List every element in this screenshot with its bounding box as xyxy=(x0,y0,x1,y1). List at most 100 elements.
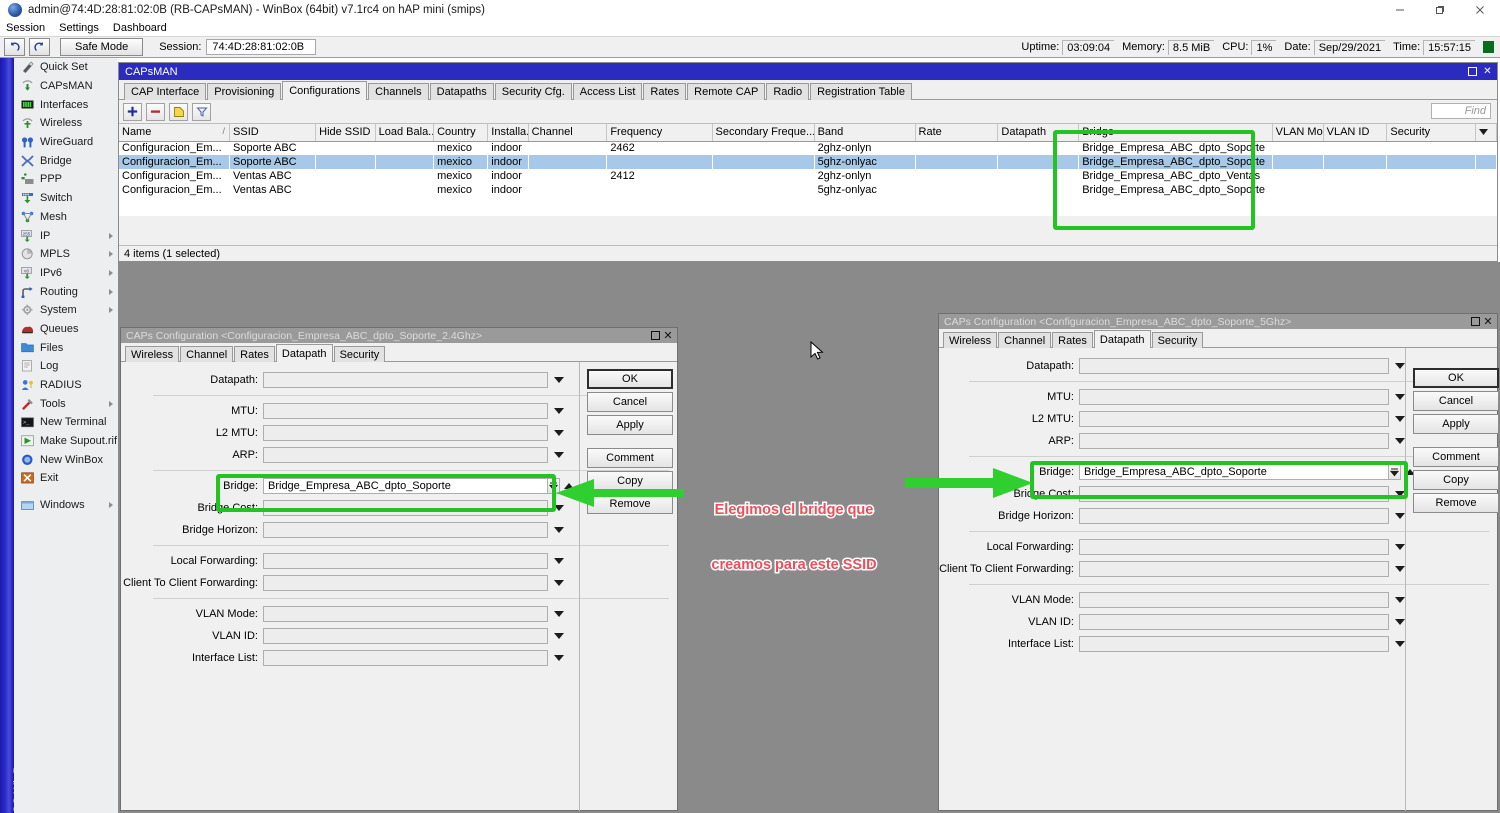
sidebar-item-exit[interactable]: Exit xyxy=(14,469,118,488)
restore-icon[interactable] xyxy=(1466,66,1479,78)
cancel-button[interactable]: Cancel xyxy=(587,392,673,412)
close-icon[interactable]: ✕ xyxy=(1481,66,1494,78)
column-header-installa[interactable]: Installa... xyxy=(488,124,528,141)
redo-icon[interactable] xyxy=(29,38,50,56)
column-header-rate[interactable]: Rate xyxy=(915,124,998,141)
copy-button[interactable]: Copy xyxy=(1413,470,1499,490)
column-header-security[interactable]: Security xyxy=(1387,124,1475,141)
dropdown-arrow-icon[interactable] xyxy=(547,478,560,494)
chevron-down-icon[interactable] xyxy=(554,452,564,458)
tab-rates[interactable]: Rates xyxy=(234,346,275,362)
field-input-vlan-mode[interactable] xyxy=(263,606,548,622)
remove-button[interactable]: Remove xyxy=(1413,493,1499,513)
field-input-vlan-id[interactable] xyxy=(263,628,548,644)
field-input-bridge[interactable]: Bridge_Empresa_ABC_dpto_Soporte xyxy=(263,478,548,494)
comment-button[interactable]: Comment xyxy=(1413,447,1499,467)
apply-button[interactable]: Apply xyxy=(1413,414,1499,434)
tab-wireless[interactable]: Wireless xyxy=(943,332,997,348)
field-input-arp[interactable] xyxy=(263,447,548,463)
chevron-down-icon[interactable] xyxy=(554,505,564,511)
field-input-mtu[interactable] xyxy=(1079,389,1389,405)
table-row[interactable]: Configuracion_Em...Ventas ABCmexicoindoo… xyxy=(119,169,1497,183)
tab-channel[interactable]: Channel xyxy=(180,346,233,362)
close-icon[interactable] xyxy=(1460,0,1500,20)
tab-remote-cap[interactable]: Remote CAP xyxy=(687,83,765,100)
field-input-interface-list[interactable] xyxy=(1079,636,1389,652)
chevron-down-icon[interactable] xyxy=(1395,363,1405,369)
sidebar-item-new-terminal[interactable]: >_New Terminal xyxy=(14,413,118,432)
sidebar-item-windows[interactable]: Windows xyxy=(14,496,118,515)
field-input-bridge-horizon[interactable] xyxy=(1079,508,1389,524)
column-header-vlan-mo[interactable]: VLAN Mo... xyxy=(1272,124,1323,141)
chevron-down-icon[interactable] xyxy=(1395,597,1405,603)
field-input-client-to-client-forwarding[interactable] xyxy=(263,575,548,591)
field-input-local-forwarding[interactable] xyxy=(263,553,548,569)
menu-item-session[interactable]: Session xyxy=(6,22,45,34)
chevron-down-icon[interactable] xyxy=(1395,566,1405,572)
field-input-bridge-cost[interactable] xyxy=(263,500,548,516)
field-input-vlan-mode[interactable] xyxy=(1079,592,1389,608)
dropdown-arrow-icon[interactable] xyxy=(1388,464,1401,480)
apply-button[interactable]: Apply xyxy=(587,415,673,435)
minimize-icon[interactable] xyxy=(1380,0,1420,20)
sidebar-item-switch[interactable]: Switch xyxy=(14,189,118,208)
table-row[interactable]: Configuracion_Em...Soporte ABCmexicoindo… xyxy=(119,155,1497,169)
column-header-load-bala[interactable]: Load Bala... xyxy=(375,124,433,141)
restore-icon[interactable] xyxy=(649,330,661,341)
sidebar-item-quick-set[interactable]: Quick Set xyxy=(14,58,118,77)
sidebar-item-log[interactable]: Log xyxy=(14,357,118,376)
field-input-datapath[interactable] xyxy=(1079,358,1389,374)
tab-provisioning[interactable]: Provisioning xyxy=(207,83,281,100)
sidebar-item-interfaces[interactable]: Interfaces xyxy=(14,95,118,114)
table-row[interactable]: Configuracion_Em...Ventas ABCmexicoindoo… xyxy=(119,183,1497,197)
sidebar-item-radius[interactable]: RADIUS xyxy=(14,376,118,395)
tab-datapaths[interactable]: Datapaths xyxy=(430,83,494,100)
comment-button[interactable]: Comment xyxy=(587,448,673,468)
field-input-client-to-client-forwarding[interactable] xyxy=(1079,561,1389,577)
tab-access-list[interactable]: Access List xyxy=(573,83,643,100)
field-input-mtu[interactable] xyxy=(263,403,548,419)
close-icon[interactable]: ✕ xyxy=(1482,316,1494,327)
chevron-down-icon[interactable] xyxy=(554,633,564,639)
chevron-down-icon[interactable] xyxy=(554,655,564,661)
tab-rates[interactable]: Rates xyxy=(643,83,686,100)
tab-channels[interactable]: Channels xyxy=(368,83,428,100)
sidebar-item-ppp[interactable]: PPP xyxy=(14,170,118,189)
column-header-vlan-id[interactable]: VLAN ID xyxy=(1323,124,1387,141)
add-icon[interactable] xyxy=(123,103,142,121)
table-row[interactable]: Configuracion_Em...Soporte ABCmexicoindo… xyxy=(119,141,1497,155)
tab-rates[interactable]: Rates xyxy=(1052,332,1093,348)
tab-wireless[interactable]: Wireless xyxy=(125,346,179,362)
tab-security[interactable]: Security xyxy=(334,346,386,362)
remove-icon[interactable] xyxy=(146,103,165,121)
field-input-datapath[interactable] xyxy=(263,372,548,388)
chevron-down-icon[interactable] xyxy=(554,377,564,383)
tab-registration-table[interactable]: Registration Table xyxy=(810,83,912,100)
chevron-down-icon[interactable] xyxy=(1395,394,1405,400)
sidebar-item-wireless[interactable]: Wireless xyxy=(14,114,118,133)
sidebar-item-tools[interactable]: Tools xyxy=(14,394,118,413)
sidebar-item-files[interactable]: Files xyxy=(14,338,118,357)
column-header-country[interactable]: Country xyxy=(434,124,488,141)
close-icon[interactable]: ✕ xyxy=(662,330,674,341)
column-chooser-icon[interactable] xyxy=(1475,124,1496,141)
field-input-l2-mtu[interactable] xyxy=(1079,411,1389,427)
field-input-bridge-horizon[interactable] xyxy=(263,522,548,538)
field-input-bridge-cost[interactable] xyxy=(1079,486,1389,502)
field-input-local-forwarding[interactable] xyxy=(1079,539,1389,555)
tab-datapath[interactable]: Datapath xyxy=(276,344,333,362)
column-header-channel[interactable]: Channel xyxy=(528,124,607,141)
filter-icon[interactable] xyxy=(192,103,211,121)
column-header-datapath[interactable]: Datapath xyxy=(998,124,1079,141)
tab-channel[interactable]: Channel xyxy=(998,332,1051,348)
sidebar-item-capsman[interactable]: CAPsMAN xyxy=(14,77,118,96)
chevron-down-icon[interactable] xyxy=(554,611,564,617)
column-header-bridge[interactable]: Bridge xyxy=(1079,124,1272,141)
safe-mode-button[interactable]: Safe Mode xyxy=(60,38,143,56)
restore-icon[interactable] xyxy=(1469,316,1481,327)
tab-security[interactable]: Security xyxy=(1152,332,1204,348)
find-input[interactable]: Find xyxy=(1431,103,1491,119)
column-header-frequency[interactable]: Frequency xyxy=(607,124,712,141)
chevron-down-icon[interactable] xyxy=(554,430,564,436)
sidebar-item-make-supout-rif[interactable]: Make Supout.rif xyxy=(14,432,118,451)
